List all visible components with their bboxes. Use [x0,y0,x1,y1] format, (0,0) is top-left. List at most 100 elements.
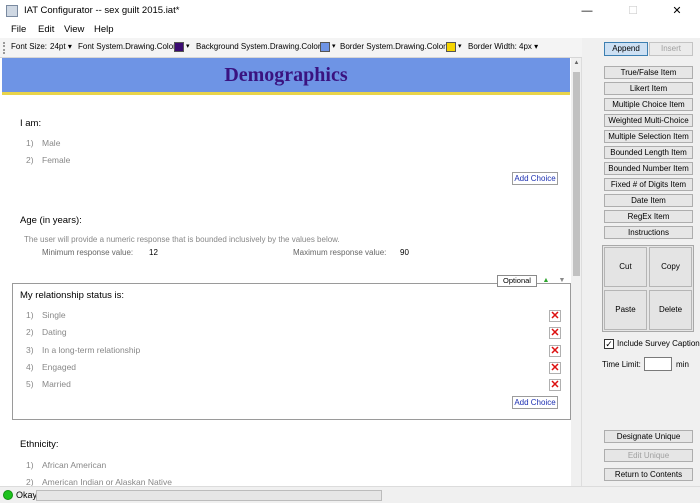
insert-button[interactable]: Insert [649,42,693,56]
status-text: Okay [16,490,38,500]
border-width-value: 4px [519,42,532,51]
vertical-scrollbar[interactable]: ▲ [571,58,581,486]
title-bar: IAT Configurator -- sex guilt 2015.iat* … [0,0,700,22]
font-color-dropdown-icon[interactable]: ▾ [186,42,190,50]
q3-option-number: 1) [26,310,34,320]
add-bounded-length-item-button[interactable]: Bounded Length Item [604,146,693,159]
q3-option-text[interactable]: In a long-term relationship [42,345,140,355]
delete-choice-icon[interactable]: ✕ [549,379,561,391]
question-2-prompt[interactable]: Age (in years): [20,215,82,226]
minimize-button[interactable]: — [564,0,610,22]
font-size-dropdown[interactable]: 24pt ▾ [50,42,72,51]
menu-edit[interactable]: Edit [38,24,54,35]
time-limit-label: Time Limit: [602,360,641,369]
add-true-false-item-button[interactable]: True/False Item [604,66,693,79]
q1-option-number: 2) [26,155,34,165]
chevron-down-icon: ▾ [534,42,539,51]
edit-unique-button[interactable]: Edit Unique [604,449,693,462]
move-up-icon[interactable]: ▲ [541,276,551,286]
app-icon [6,5,18,17]
bg-color-label: Background System.Drawing.Color: [196,42,323,51]
q3-option-number: 5) [26,379,34,389]
time-limit-unit: min [676,360,689,369]
font-color-swatch[interactable] [174,42,184,52]
font-color-label: Font System.Drawing.Color: [78,42,179,51]
q1-option-text[interactable]: Male [42,138,60,148]
progress-bar [36,490,382,501]
return-to-contents-button[interactable]: Return to Contents [604,468,693,481]
q2-max-label: Maximum response value: [293,248,387,257]
delete-choice-icon[interactable]: ✕ [549,327,561,339]
clipboard-panel: Cut Copy Paste Delete [602,245,694,332]
survey-title[interactable]: Demographics [2,64,570,87]
border-color-swatch[interactable] [446,42,456,52]
add-bounded-number-item-button[interactable]: Bounded Number Item [604,162,693,175]
menu-bar: File Edit View Help [0,22,700,38]
question-3-prompt[interactable]: My relationship status is: [20,290,124,301]
q1-option-number: 1) [26,138,34,148]
delete-choice-icon[interactable]: ✕ [549,345,561,357]
add-multiple-selection-item-button[interactable]: Multiple Selection Item [604,130,693,143]
scroll-thumb[interactable] [573,72,580,276]
q4-option-text[interactable]: African American [42,460,106,470]
border-color-dropdown-icon[interactable]: ▾ [458,42,462,50]
survey-canvas: Demographics I am: 1) Male 2) Female Add… [0,58,582,486]
optional-tag[interactable]: Optional [497,275,537,287]
q2-max-value[interactable]: 90 [400,248,409,257]
bg-color-dropdown-icon[interactable]: ▾ [332,42,336,50]
q2-min-label: Minimum response value: [42,248,134,257]
scroll-up-icon[interactable]: ▲ [571,58,581,68]
delete-choice-icon[interactable]: ✕ [549,310,561,322]
move-down-icon[interactable]: ▼ [557,276,567,286]
menu-view[interactable]: View [64,24,84,35]
q3-option-text[interactable]: Single [42,310,66,320]
q3-option-number: 3) [26,345,34,355]
include-caption-checkbox[interactable]: ✓ [604,339,614,349]
q4-option-text[interactable]: American Indian or Alaskan Native [42,477,172,486]
q3-option-text[interactable]: Married [42,379,71,389]
q3-option-number: 2) [26,327,34,337]
designate-unique-button[interactable]: Designate Unique [604,430,693,443]
menu-help[interactable]: Help [94,24,114,35]
border-width-dropdown[interactable]: 4px ▾ [519,42,538,51]
append-button[interactable]: Append [604,42,648,56]
paste-button[interactable]: Paste [604,290,647,330]
status-bar: Okay [0,486,700,503]
add-regex-item-button[interactable]: RegEx Item [604,210,693,223]
bg-color-swatch[interactable] [320,42,330,52]
add-multiple-choice-item-button[interactable]: Multiple Choice Item [604,98,693,111]
q3-option-text[interactable]: Engaged [42,362,76,372]
font-size-label: Font Size: [11,42,48,51]
q4-option-number: 1) [26,460,34,470]
include-caption-label: Include Survey Caption [617,339,700,348]
cut-button[interactable]: Cut [604,247,647,287]
add-weighted-multi-choice-button[interactable]: Weighted Multi-Choice [604,114,693,127]
q4-option-number: 2) [26,477,34,486]
question-4-prompt[interactable]: Ethnicity: [20,439,59,450]
q3-add-choice-button[interactable]: Add Choice [512,396,558,409]
status-ok-icon [3,490,13,500]
add-fixed-digits-item-button[interactable]: Fixed # of Digits Item [604,178,693,191]
question-1-prompt[interactable]: I am: [20,118,41,129]
border-width-label: Border Width: [468,42,517,51]
window-title: IAT Configurator -- sex guilt 2015.iat* [24,5,180,16]
format-toolbar: Font Size: 24pt ▾ Font System.Drawing.Co… [0,38,582,58]
q1-option-text[interactable]: Female [42,155,70,165]
add-likert-item-button[interactable]: Likert Item [604,82,693,95]
q2-min-value[interactable]: 12 [149,248,158,257]
delete-choice-icon[interactable]: ✕ [549,362,561,374]
item-sidebar: Append Insert True/False Item Likert Ite… [582,38,700,486]
toolbar-grip[interactable] [3,42,5,54]
add-date-item-button[interactable]: Date Item [604,194,693,207]
copy-button[interactable]: Copy [649,247,692,287]
q3-option-number: 4) [26,362,34,372]
close-button[interactable]: ✕ [654,0,700,22]
time-limit-input[interactable] [644,357,672,371]
q3-option-text[interactable]: Dating [42,327,67,337]
q1-add-choice-button[interactable]: Add Choice [512,172,558,185]
add-instructions-button[interactable]: Instructions [604,226,693,239]
menu-file[interactable]: File [11,24,26,35]
border-color-label: Border System.Drawing.Color: [340,42,449,51]
delete-button[interactable]: Delete [649,290,692,330]
maximize-button[interactable]: ☐ [610,0,656,22]
